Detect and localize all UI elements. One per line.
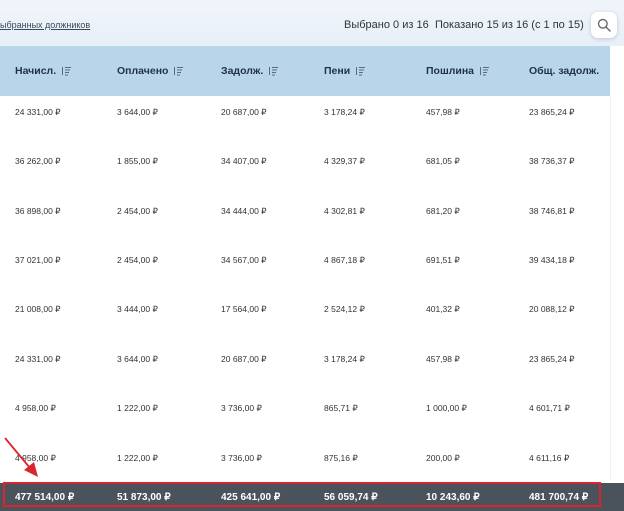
table-cell: 401,32 ₽: [426, 304, 460, 314]
table-cell: 23 865,24 ₽: [529, 354, 575, 364]
sort-icon[interactable]: [268, 66, 279, 76]
table-cell: 875,16 ₽: [324, 453, 358, 463]
column-header-label: Задолж.: [221, 65, 264, 77]
table-cell: 3 644,00 ₽: [117, 354, 158, 364]
sort-icon[interactable]: [479, 66, 490, 76]
table-cell: 2 524,12 ₽: [324, 304, 365, 314]
table-cell: 20 088,12 ₽: [529, 304, 575, 314]
total-cell: 56 059,74 ₽: [324, 491, 378, 503]
column-header-label: Пошлина: [426, 65, 475, 77]
table-cell: 36 262,00 ₽: [15, 156, 61, 166]
table-cell: 681,05 ₽: [426, 156, 460, 166]
search-button[interactable]: [591, 12, 617, 38]
column-header-0[interactable]: Начисл.: [15, 46, 72, 96]
totals-row: 477 514,00 ₽ 51 873,00 ₽ 425 641,00 ₽ 56 05…: [0, 483, 624, 511]
column-header-5[interactable]: Общ. задолж.: [529, 46, 599, 96]
table-cell: 38 736,37 ₽: [529, 156, 575, 166]
table-cell: 3 444,00 ₽: [117, 304, 158, 314]
table-cell: 3 178,24 ₽: [324, 354, 365, 364]
table-cell: 457,98 ₽: [426, 354, 460, 364]
table-cell: 34 567,00 ₽: [221, 255, 267, 265]
table-cell: 3 178,24 ₽: [324, 107, 365, 117]
table-scrollbar[interactable]: [610, 96, 624, 480]
table-cell: 457,98 ₽: [426, 107, 460, 117]
search-icon: [597, 18, 611, 32]
total-cell: 481 700,74 ₽: [529, 491, 589, 503]
column-header-label: Начисл.: [15, 65, 57, 77]
table-cell: 21 008,00 ₽: [15, 304, 61, 314]
table-cell: 17 564,00 ₽: [221, 304, 267, 314]
table-cell: 20 687,00 ₽: [221, 354, 267, 364]
total-cell: 51 873,00 ₽: [117, 491, 171, 503]
pagination-info: Показано 15 из 16 (с 1 по 15): [435, 19, 584, 31]
table-cell: 4 958,00 ₽: [15, 453, 56, 463]
table-cell: 691,51 ₽: [426, 255, 460, 265]
table-cell: 4 302,81 ₽: [324, 206, 365, 216]
column-header-4[interactable]: Пошлина: [426, 46, 490, 96]
table-cell: 4 611,16 ₽: [529, 453, 570, 463]
total-cell: 425 641,00 ₽: [221, 491, 281, 503]
table-cell: 865,71 ₽: [324, 403, 358, 413]
table-cell: 34 444,00 ₽: [221, 206, 267, 216]
table-cell: 3 644,00 ₽: [117, 107, 158, 117]
table-cell: 681,20 ₽: [426, 206, 460, 216]
sort-icon[interactable]: [173, 66, 184, 76]
table-cell: 1 855,00 ₽: [117, 156, 158, 166]
selected-debtors-link[interactable]: ыбранных должников: [0, 20, 90, 30]
table-toolbar: ыбранных должников Выбрано 0 из 16 Показ…: [0, 0, 624, 46]
sort-icon[interactable]: [355, 66, 366, 76]
total-cell: 477 514,00 ₽: [15, 491, 75, 503]
column-header-2[interactable]: Задолж.: [221, 46, 279, 96]
table-cell: 20 687,00 ₽: [221, 107, 267, 117]
column-header-label: Оплачено: [117, 65, 169, 77]
column-header-3[interactable]: Пени: [324, 46, 366, 96]
table-cell: 24 331,00 ₽: [15, 354, 61, 364]
table-cell: 2 454,00 ₽: [117, 255, 158, 265]
total-cell: 10 243,60 ₽: [426, 491, 480, 503]
table-cell: 4 601,71 ₽: [529, 403, 570, 413]
table-cell: 4 867,18 ₽: [324, 255, 365, 265]
table-cell: 1 222,00 ₽: [117, 453, 158, 463]
table-cell: 39 434,18 ₽: [529, 255, 575, 265]
table-cell: 1 000,00 ₽: [426, 403, 467, 413]
table-cell: 34 407,00 ₽: [221, 156, 267, 166]
table-cell: 1 222,00 ₽: [117, 403, 158, 413]
table-cell: 2 454,00 ₽: [117, 206, 158, 216]
table-cell: 3 736,00 ₽: [221, 453, 262, 463]
sort-icon[interactable]: [61, 66, 72, 76]
table-cell: 37 021,00 ₽: [15, 255, 61, 265]
table-cell: 200,00 ₽: [426, 453, 460, 463]
table-header: Начисл. Оплачено Задолж. Пени Пошлина Общ. за…: [0, 46, 610, 96]
table-cell: 4 329,37 ₽: [324, 156, 365, 166]
selected-count: Выбрано 0 из 16: [344, 19, 429, 31]
table-cell: 36 898,00 ₽: [15, 206, 61, 216]
table-cell: 38 746,81 ₽: [529, 206, 575, 216]
table-cell: 3 736,00 ₽: [221, 403, 262, 413]
column-header-label: Общ. задолж.: [529, 65, 600, 77]
table-cell: 24 331,00 ₽: [15, 107, 61, 117]
column-header-1[interactable]: Оплачено: [117, 46, 184, 96]
table-cell: 23 865,24 ₽: [529, 107, 575, 117]
table-cell: 4 958,00 ₽: [15, 403, 56, 413]
column-header-label: Пени: [324, 65, 351, 77]
